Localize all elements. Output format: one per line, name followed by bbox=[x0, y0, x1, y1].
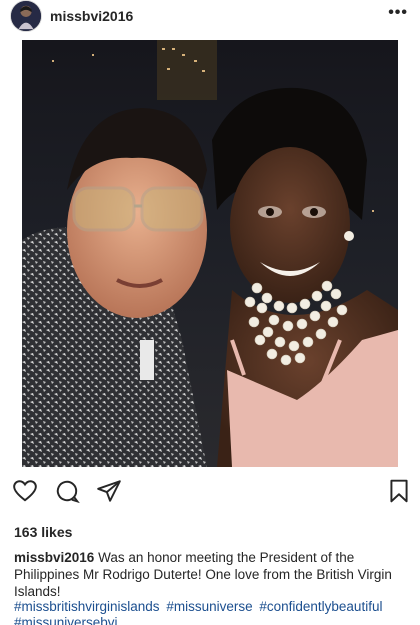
caption-username[interactable]: missbvi2016 bbox=[14, 550, 94, 565]
comment-icon[interactable] bbox=[54, 478, 80, 504]
share-icon[interactable] bbox=[96, 478, 122, 504]
photo-illustration bbox=[22, 40, 398, 467]
action-bar bbox=[0, 478, 420, 508]
post-header: missbvi2016 ••• bbox=[0, 0, 420, 36]
more-options-icon[interactable]: ••• bbox=[388, 4, 408, 22]
caption: missbvi2016 Was an honor meeting the Pre… bbox=[14, 549, 410, 600]
username-link[interactable]: missbvi2016 bbox=[50, 8, 133, 24]
likes-count[interactable]: 163 likes bbox=[14, 524, 72, 540]
hashtag-link[interactable]: #missuniverse bbox=[166, 599, 252, 614]
hashtag-link[interactable]: #missuniversebvi bbox=[14, 615, 118, 625]
bookmark-icon[interactable] bbox=[386, 478, 412, 504]
post-photo[interactable] bbox=[22, 40, 398, 467]
hashtag-link[interactable]: #missbritishvirginislands bbox=[14, 599, 160, 614]
hashtag-list: #missbritishvirginislands #missuniverse … bbox=[14, 599, 414, 625]
heart-icon[interactable] bbox=[12, 478, 38, 504]
avatar-image bbox=[11, 1, 41, 31]
hashtag-link[interactable]: #confidentlybeautiful bbox=[259, 599, 382, 614]
avatar[interactable] bbox=[10, 0, 42, 32]
